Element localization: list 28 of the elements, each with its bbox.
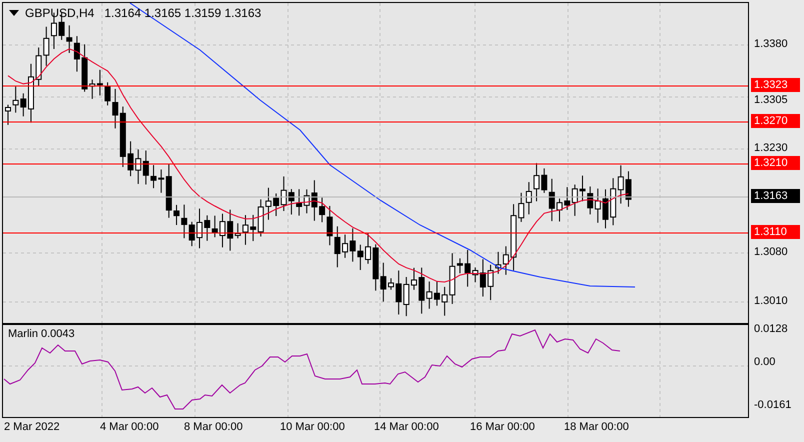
indicator-axis-label: 0.00 xyxy=(754,355,776,369)
price-label: 1.3110 xyxy=(751,225,800,239)
price-label: 1.3270 xyxy=(751,114,800,128)
time-axis-label: 16 Mar 00:00 xyxy=(470,421,535,433)
price-axis-label: 1.3230 xyxy=(754,141,788,155)
indicator-axis-label: 0.0128 xyxy=(754,322,788,336)
price-axis-label: 1.3010 xyxy=(754,294,788,308)
price-axis-label: 1.3380 xyxy=(754,37,788,51)
indicator-axis-label: -0.0161 xyxy=(754,398,792,412)
candlestick xyxy=(580,175,586,202)
time-axis-label: 4 Mar 00:00 xyxy=(100,421,159,433)
candlestick xyxy=(388,278,394,290)
candlestick xyxy=(5,104,11,126)
time-axis-label: 10 Mar 00:00 xyxy=(280,421,345,433)
candlestick xyxy=(196,208,202,249)
symbol-timeframe: GBPUSD,H4 xyxy=(25,6,94,20)
price-axis-label: 1.3080 xyxy=(754,245,788,259)
price-label: 1.3163 xyxy=(751,189,800,203)
price-label: 1.3323 xyxy=(751,78,800,92)
dropdown-triangle-icon[interactable] xyxy=(9,10,19,16)
time-axis-label: 8 Mar 00:00 xyxy=(184,421,243,433)
price-axis-label: 1.3305 xyxy=(754,93,788,107)
time-axis-label: 2 Mar 2022 xyxy=(4,421,60,433)
price-label: 1.3210 xyxy=(751,156,800,170)
indicator-title: Marlin 0.0043 xyxy=(8,328,75,340)
time-axis-label: 18 Mar 00:00 xyxy=(564,421,629,433)
time-axis-label: 14 Mar 00:00 xyxy=(374,421,439,433)
ohlc-values: 1.3164 1.3165 1.3159 1.3163 xyxy=(104,6,262,20)
